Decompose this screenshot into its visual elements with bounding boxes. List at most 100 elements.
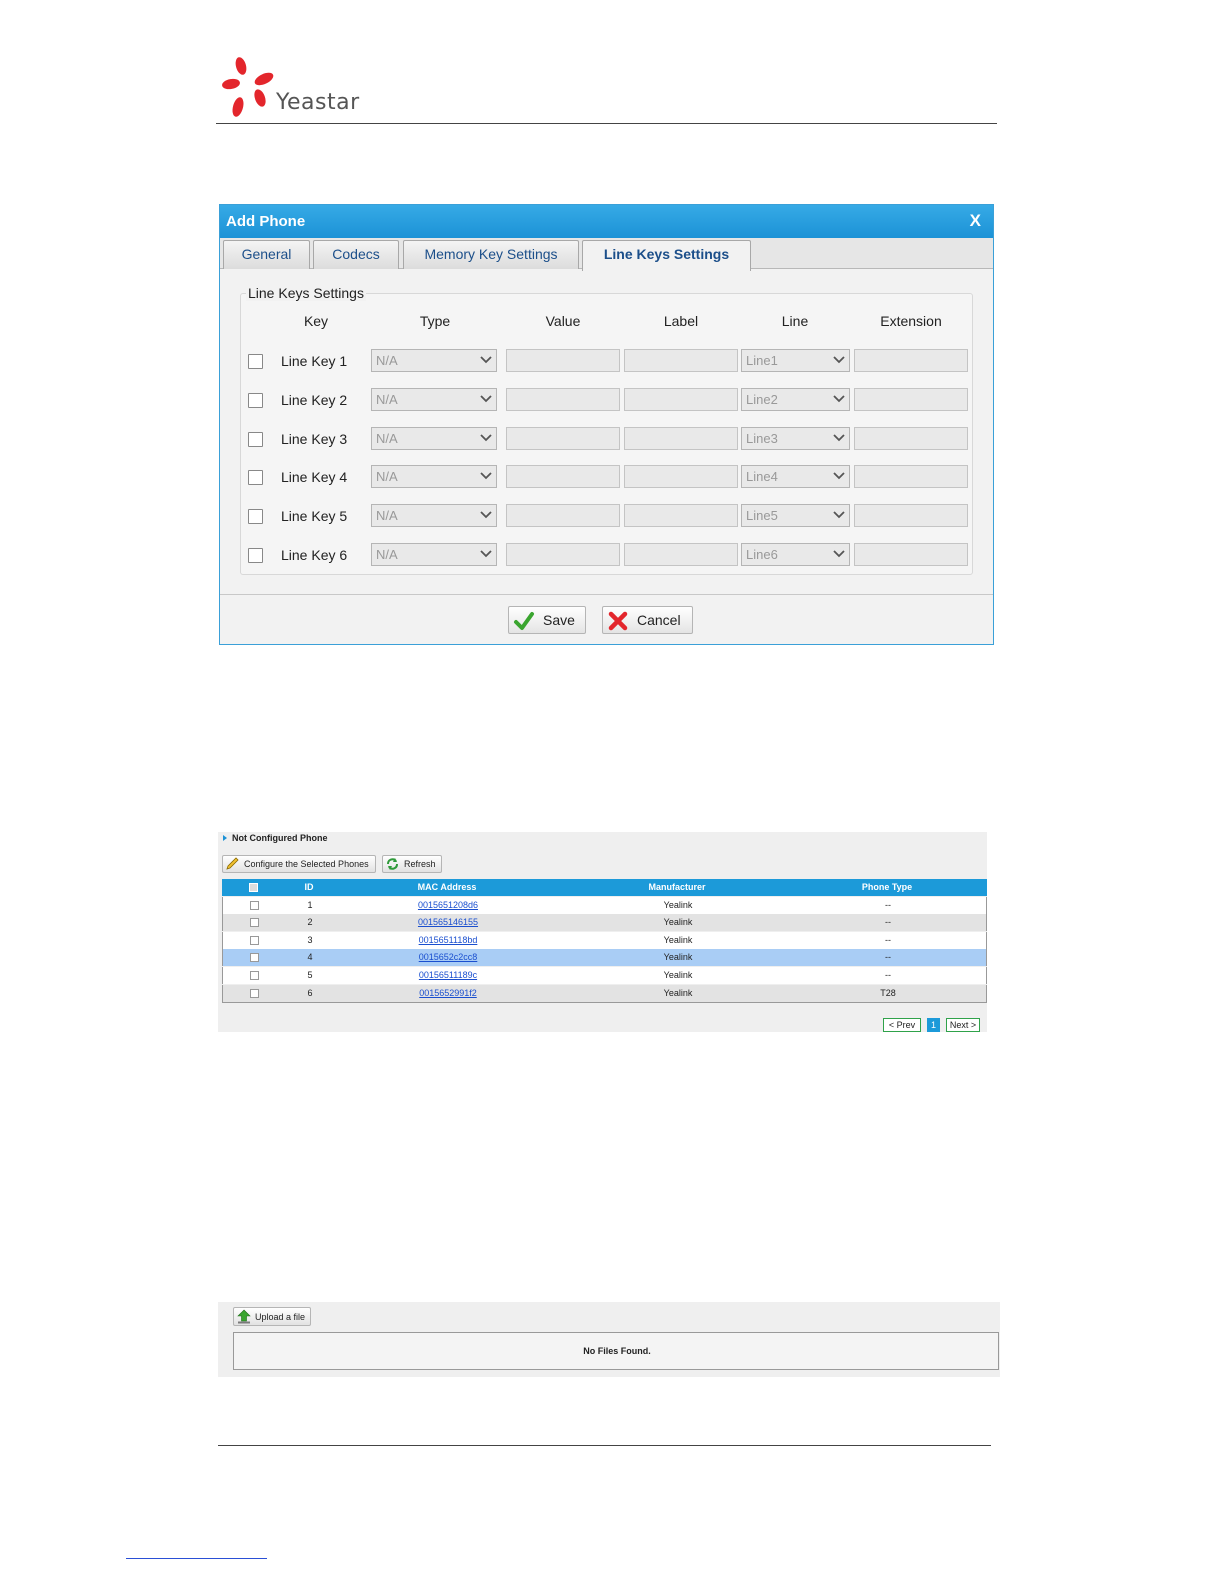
table-row[interactable]: 6 0015652991f2 Yealink T28 — [222, 985, 987, 1002]
label-input[interactable] — [624, 427, 738, 450]
label-input[interactable] — [624, 388, 738, 411]
table-row[interactable]: 5 00156511189c Yealink -- — [222, 967, 987, 984]
line-select[interactable]: Line1 — [741, 349, 850, 372]
label-input[interactable] — [624, 504, 738, 527]
yeastar-logo: Yeastar — [222, 52, 372, 124]
cell-mac-link[interactable]: 0015652c2cc8 — [403, 952, 493, 962]
chevron-down-icon — [833, 550, 845, 558]
page-number[interactable]: 1 — [927, 1018, 940, 1032]
label-input[interactable] — [624, 465, 738, 488]
not-configured-phone-panel: Not Configured Phone Configure the Selec… — [218, 832, 987, 1032]
row-checkbox[interactable] — [250, 936, 259, 945]
column-header-type: Type — [419, 313, 451, 329]
cell-manufacturer: Yealink — [663, 988, 693, 998]
type-select[interactable]: N/A — [371, 388, 497, 411]
save-label: Save — [543, 612, 575, 628]
label-input[interactable] — [624, 543, 738, 566]
cell-mac-link[interactable]: 0015651208d6 — [403, 900, 493, 910]
type-select[interactable]: N/A — [371, 349, 497, 372]
line-select[interactable]: Line6 — [741, 543, 850, 566]
chevron-down-icon — [833, 356, 845, 364]
value-input[interactable] — [506, 465, 620, 488]
value-input[interactable] — [506, 427, 620, 450]
type-select[interactable]: N/A — [371, 427, 497, 450]
extension-input[interactable] — [854, 465, 968, 488]
select-all-checkbox[interactable] — [249, 883, 258, 892]
tab-line-keys-settings[interactable]: Line Keys Settings — [582, 240, 751, 271]
line-key-label: Line Key 6 — [281, 547, 348, 563]
cell-id: 1 — [307, 900, 313, 910]
type-select-value: N/A — [376, 469, 398, 484]
extension-input[interactable] — [854, 543, 968, 566]
line-key-checkbox[interactable] — [248, 470, 263, 485]
extension-input[interactable] — [854, 349, 968, 372]
cancel-x-icon — [608, 611, 628, 631]
line-key-label: Line Key 3 — [281, 431, 348, 447]
line-key-label: Line Key 5 — [281, 508, 348, 524]
row-checkbox[interactable] — [250, 918, 259, 927]
next-page-button[interactable]: Next > — [946, 1018, 980, 1032]
cell-mac-link[interactable]: 001565146155 — [403, 917, 493, 927]
line-key-row: Line Key 5 N/A Line5 — [220, 504, 993, 530]
line-key-row: Line Key 1 N/A Line1 — [220, 349, 993, 375]
save-button[interactable]: Save — [508, 606, 586, 634]
line-key-checkbox[interactable] — [248, 393, 263, 408]
chevron-down-icon — [833, 472, 845, 480]
table-row[interactable]: 4 0015652c2cc8 Yealink -- — [222, 949, 987, 966]
line-key-checkbox[interactable] — [248, 354, 263, 369]
line-select-value: Line6 — [746, 547, 778, 562]
line-key-checkbox[interactable] — [248, 548, 263, 563]
close-icon[interactable]: X — [970, 211, 981, 231]
chevron-down-icon — [480, 472, 492, 480]
label-input[interactable] — [624, 349, 738, 372]
chevron-down-icon — [833, 434, 845, 442]
table-row[interactable]: 3 0015651118bd Yealink -- — [222, 932, 987, 949]
line-select[interactable]: Line5 — [741, 504, 850, 527]
cancel-label: Cancel — [637, 612, 681, 628]
cell-phone-type: -- — [885, 917, 891, 927]
extension-input[interactable] — [854, 388, 968, 411]
line-select[interactable]: Line3 — [741, 427, 850, 450]
row-checkbox[interactable] — [250, 989, 259, 998]
line-key-checkbox[interactable] — [248, 509, 263, 524]
cancel-button[interactable]: Cancel — [602, 606, 693, 634]
tab-memory-key-settings[interactable]: Memory Key Settings — [403, 240, 579, 269]
line-select[interactable]: Line2 — [741, 388, 850, 411]
type-select[interactable]: N/A — [371, 543, 497, 566]
column-header-line: Line — [781, 313, 809, 329]
refresh-button[interactable]: Refresh — [382, 855, 442, 873]
value-input[interactable] — [506, 504, 620, 527]
cell-phone-type: T28 — [880, 988, 896, 998]
chevron-down-icon — [480, 434, 492, 442]
configure-selected-phones-button[interactable]: Configure the Selected Phones — [222, 855, 376, 873]
cell-mac-link[interactable]: 0015652991f2 — [403, 988, 493, 998]
upload-file-button[interactable]: Upload a file — [233, 1307, 311, 1326]
type-select[interactable]: N/A — [371, 465, 497, 488]
tab-codecs[interactable]: Codecs — [313, 240, 399, 269]
line-select[interactable]: Line4 — [741, 465, 850, 488]
section-title: Line Keys Settings — [246, 285, 366, 301]
extension-input[interactable] — [854, 427, 968, 450]
dialog-footer: Save Cancel — [220, 594, 993, 644]
upload-icon — [237, 1309, 251, 1324]
cell-mac-link[interactable]: 00156511189c — [403, 970, 493, 980]
footer-link-underline — [126, 1558, 267, 1559]
extension-input[interactable] — [854, 504, 968, 527]
footer-divider — [218, 1445, 991, 1446]
prev-page-button[interactable]: < Prev — [883, 1018, 921, 1032]
table-row[interactable]: 2 001565146155 Yealink -- — [222, 914, 987, 931]
cell-phone-type: -- — [885, 935, 891, 945]
value-input[interactable] — [506, 543, 620, 566]
value-input[interactable] — [506, 388, 620, 411]
row-checkbox[interactable] — [250, 901, 259, 910]
header-divider — [216, 123, 997, 124]
type-select[interactable]: N/A — [371, 504, 497, 527]
tab-general[interactable]: General — [223, 240, 310, 269]
row-checkbox[interactable] — [250, 953, 259, 962]
row-checkbox[interactable] — [250, 971, 259, 980]
cell-mac-link[interactable]: 0015651118bd — [403, 935, 493, 945]
line-key-checkbox[interactable] — [248, 432, 263, 447]
chevron-down-icon — [833, 395, 845, 403]
value-input[interactable] — [506, 349, 620, 372]
table-row[interactable]: 1 0015651208d6 Yealink -- — [222, 897, 987, 914]
